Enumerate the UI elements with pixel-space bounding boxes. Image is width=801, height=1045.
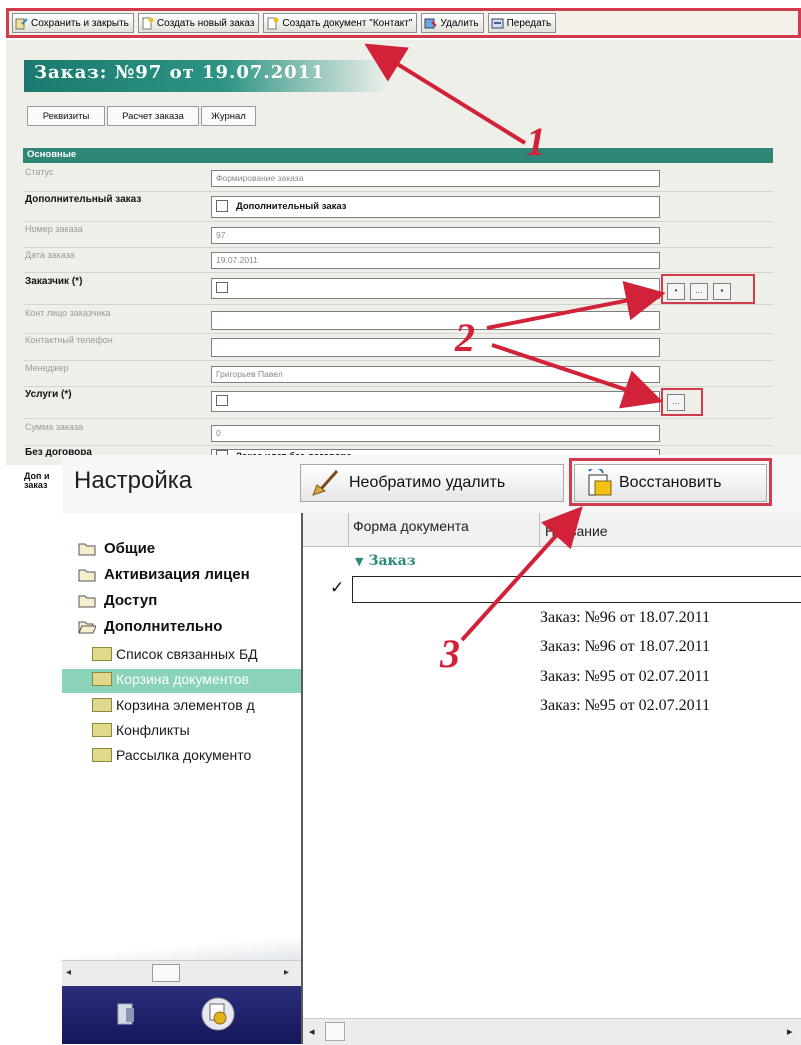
callout-number-1: 1 xyxy=(526,119,546,164)
annotation-arrows xyxy=(364,43,666,642)
callout-number-3: 3 xyxy=(440,631,460,676)
callout-number-2: 2 xyxy=(455,315,475,360)
arrow-2b xyxy=(491,343,664,409)
arrow-1 xyxy=(364,43,527,145)
arrow-2a xyxy=(486,280,666,330)
arrow-3 xyxy=(460,506,583,642)
